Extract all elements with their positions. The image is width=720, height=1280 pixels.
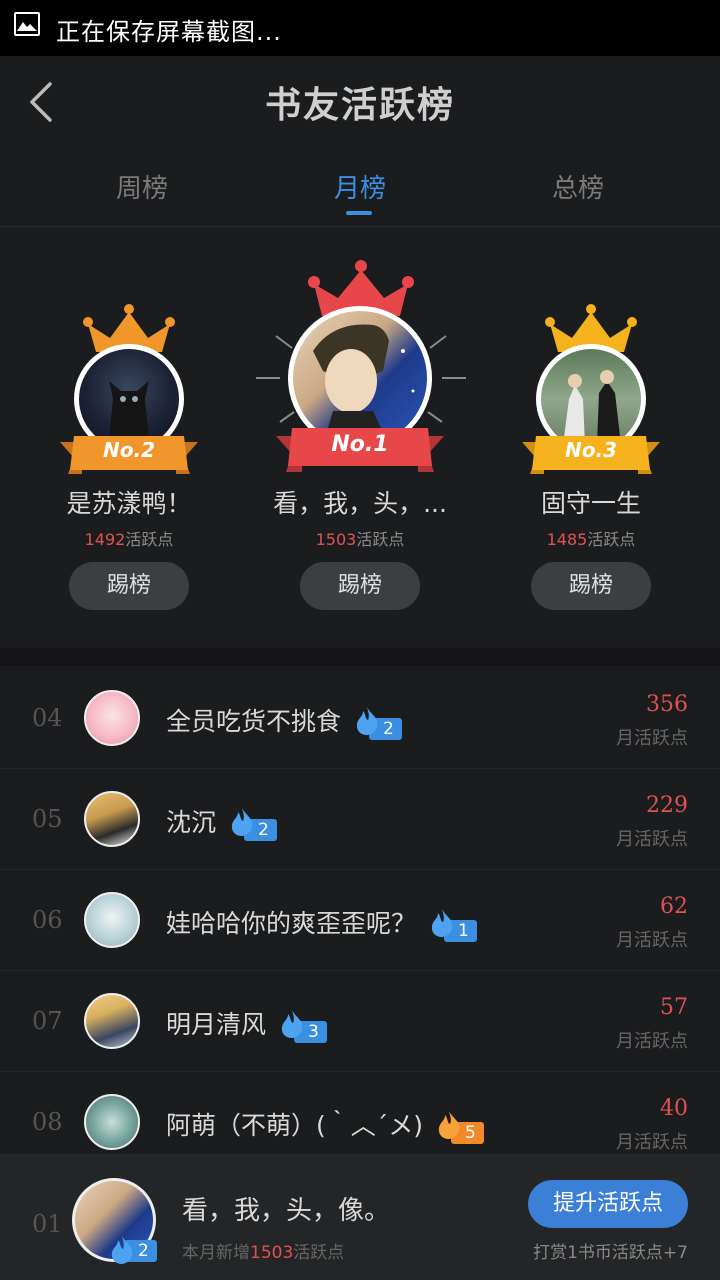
image-icon — [14, 12, 40, 36]
rank-badge: No.3 — [565, 438, 617, 462]
activity-value: 40 — [660, 1096, 688, 1121]
activity-unit: 月活跃点 — [616, 1132, 688, 1153]
kick-button[interactable]: 踢榜 — [300, 562, 420, 610]
activity-unit: 月活跃点 — [616, 829, 688, 850]
avatar[interactable] — [84, 993, 140, 1049]
list-item[interactable]: 05 沈沉 2 229 月活跃点 — [0, 769, 720, 870]
rank-number: 05 — [32, 805, 63, 833]
my-rank-number: 01 — [32, 1210, 63, 1238]
rank-badge: No.1 — [331, 432, 389, 457]
rank-number: 08 — [32, 1108, 63, 1136]
level-badge: 2 — [228, 808, 277, 841]
level-badge: 2 — [353, 707, 402, 740]
page-title: 书友活跃榜 — [264, 85, 455, 126]
tab-weekly[interactable]: 周榜 — [62, 168, 222, 205]
activity-value: 57 — [660, 995, 688, 1020]
activity-unit: 月活跃点 — [616, 728, 688, 749]
my-monthly-points: 本月新增1503活跃点 — [182, 1243, 345, 1263]
user-name: 全员吃货不挑食 2 — [166, 702, 402, 740]
flame-icon — [281, 1010, 303, 1038]
rank-badge: No.2 — [103, 438, 155, 462]
list-item[interactable]: 06 娃哈哈你的爽歪歪呢？ 1 62 月活跃点 — [0, 870, 720, 971]
active-tab-indicator — [346, 211, 372, 215]
my-rank-bar: 01 2 看，我，头，像。 本月新增1503活跃点 提升活跃点 打赏1书币活跃点… — [0, 1154, 720, 1280]
activity-value: 62 — [660, 894, 688, 919]
podium-points: 1503活跃点 — [315, 530, 405, 549]
level-badge: 2 — [108, 1236, 157, 1264]
tab-total[interactable]: 总榜 — [498, 168, 658, 205]
flame-icon — [438, 1111, 460, 1139]
user-name: 阿萌（不萌）(｀︿´メ) 5 — [166, 1106, 484, 1144]
level-badge: 1 — [428, 909, 477, 942]
avatar[interactable] — [84, 690, 140, 746]
podium-points: 1485活跃点 — [546, 530, 636, 549]
level-badge: 3 — [278, 1010, 327, 1043]
flame-icon — [356, 707, 378, 735]
reward-note: 打赏1书币活跃点+7 — [533, 1243, 688, 1263]
activity-unit: 月活跃点 — [616, 1031, 688, 1052]
activity-unit: 月活跃点 — [616, 930, 688, 951]
activity-value: 229 — [646, 793, 688, 818]
podium-name: 是苏漾鸭！ — [66, 489, 192, 518]
podium-points: 1492活跃点 — [84, 530, 174, 549]
podium-name: 固守一生 — [540, 489, 641, 518]
kick-button[interactable]: 踢榜 — [69, 562, 189, 610]
kick-button[interactable]: 踢榜 — [531, 562, 651, 610]
rank-number: 07 — [32, 1007, 63, 1035]
rank-number: 04 — [32, 704, 63, 732]
user-name: 沈沉 2 — [166, 803, 277, 841]
boost-activity-button[interactable]: 提升活跃点 — [528, 1180, 688, 1228]
user-name: 娃哈哈你的爽歪歪呢？ 1 — [166, 904, 477, 942]
tab-monthly[interactable]: 月榜 — [280, 168, 440, 205]
list-item[interactable]: 07 明月清风 3 57 月活跃点 — [0, 971, 720, 1072]
header: 书友活跃榜 — [0, 56, 720, 146]
flame-icon — [431, 909, 453, 937]
avatar[interactable] — [84, 1094, 140, 1150]
status-text: 正在保存屏幕截图... — [56, 18, 282, 46]
list-item[interactable]: 04 全员吃货不挑食 2 356 月活跃点 — [0, 668, 720, 769]
status-bar: 正在保存屏幕截图... — [0, 0, 720, 56]
level-badge: 5 — [435, 1111, 484, 1144]
avatar[interactable] — [84, 791, 140, 847]
section-divider — [0, 648, 720, 666]
flame-icon — [111, 1236, 133, 1264]
podium-name: 看，我，头，... — [273, 489, 447, 518]
avatar[interactable] — [84, 892, 140, 948]
my-name: 看，我，头，像。 — [182, 1196, 391, 1226]
tab-bar: 周榜 月榜 总榜 — [0, 150, 720, 227]
user-name: 明月清风 3 — [166, 1005, 327, 1043]
podium: No.2 是苏漾鸭！ 1492活跃点 踢榜 No.1 看，我，头，... 150… — [0, 228, 720, 648]
level-badge-inner: 2 — [108, 1236, 157, 1264]
activity-value: 356 — [646, 692, 688, 717]
rank-number: 06 — [32, 906, 63, 934]
flame-icon — [231, 808, 253, 836]
